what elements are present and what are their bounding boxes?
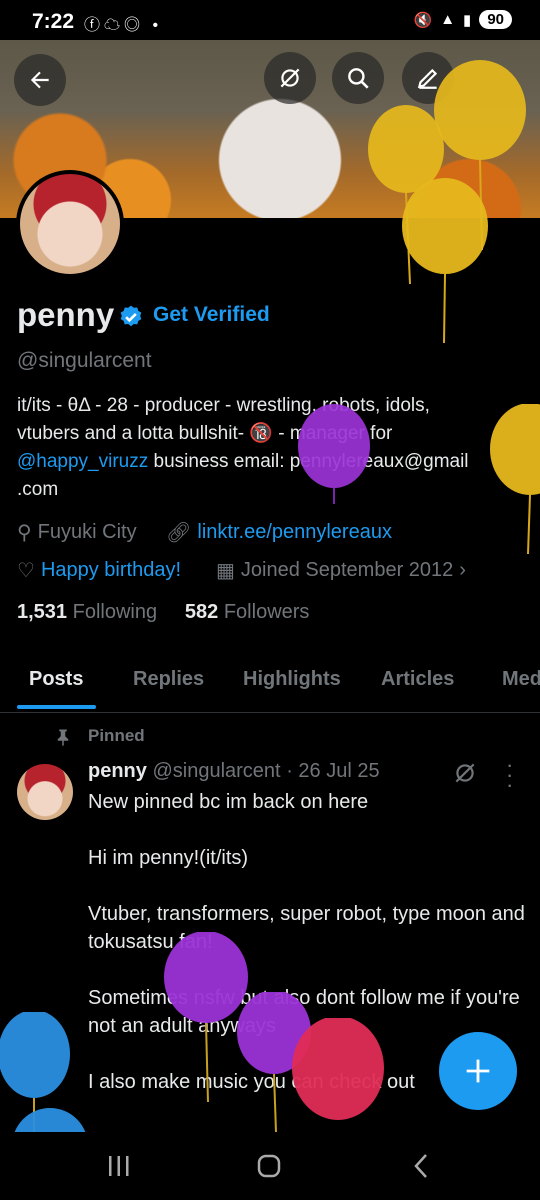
grok-icon[interactable] [452,760,478,786]
bio-line: vtubers and a lotta bullshit- 🔞 - manage… [17,423,393,444]
get-verified-link[interactable]: Get Verified [153,303,270,327]
location-text: Fuyuki City [37,521,137,543]
profile-birthday[interactable]: ♡ Happy birthday! [17,558,181,583]
grok-button[interactable] [264,52,316,104]
post-author[interactable]: penny [88,760,147,782]
profile-avatar[interactable] [16,170,124,278]
tab-highlights[interactable]: Highlights [243,668,341,691]
system-navigation-bar [0,1132,540,1200]
following-link[interactable]: 1,531 Following [17,601,157,623]
search-button[interactable] [332,52,384,104]
calendar-icon: ▦ [216,560,235,582]
tab-media[interactable]: Med [502,668,540,691]
home-icon[interactable] [256,1153,282,1179]
birthday-text[interactable]: Happy birthday! [41,559,181,582]
followers-link[interactable]: 582 Followers [185,601,310,623]
mute-icon: 🔇 [413,11,433,29]
bio-mention-link[interactable]: @happy_viruzz [17,451,148,472]
post-header: penny @singularcent · 26 Jul 25 [88,760,380,783]
bio-line: @happy_viruzz business email: pennylerea… [17,448,522,476]
profile-link[interactable]: 🔗︎ linktr.ee/pennylereaux [166,520,392,545]
post-line: Vtuber, transformers, super robot, type … [88,903,525,953]
follow-counts: 1,531 Following 582 Followers [17,601,309,624]
back-button[interactable] [14,54,66,106]
pinned-label: Pinned [88,726,145,745]
tab-posts[interactable]: Posts [29,668,83,691]
balloon-icon [402,178,488,343]
post-avatar[interactable] [17,764,73,820]
tab-articles[interactable]: Articles [381,668,454,691]
notification-icons: ⓕ☁◎ • [84,17,163,34]
active-tab-indicator [17,705,96,709]
more-options-icon[interactable]: · · · [506,754,513,796]
bio-line: .com [17,479,59,500]
signal-icon: ▮ [463,11,472,29]
verified-badge-icon[interactable] [118,304,144,330]
status-bar: 7:22 ⓕ☁◎ • 🔇 ▲ ▮ 90 [0,0,540,40]
balloon-icon [14,1108,86,1132]
compose-post-button[interactable] [439,1032,517,1110]
arrow-left-icon [30,71,49,89]
balloon-icon [292,1018,384,1120]
joined-text: Joined September 2012 [240,559,454,581]
balloon-icon: ♡ [17,560,35,582]
tab-replies[interactable]: Replies [133,668,204,691]
status-right: 🔇 ▲ ▮ 90 [413,10,512,29]
battery-indicator: 90 [479,10,512,29]
chevron-right-icon[interactable]: › [459,559,466,582]
post-date[interactable]: · 26 Jul 25 [286,760,379,782]
profile-link-text[interactable]: linktr.ee/pennylereaux [197,521,392,544]
balloon-icon [298,404,370,504]
link-icon: 🔗︎ [166,522,192,544]
search-icon [348,68,369,89]
pin-icon [57,729,69,746]
back-nav-icon[interactable] [408,1152,434,1180]
profile-handle: @singularcent [17,349,152,372]
recent-apps-icon[interactable] [106,1154,132,1178]
grok-icon [280,68,300,88]
balloon-icon [490,404,540,554]
profile-joined: ▦ Joined September 2012 › [216,558,466,583]
profile-bio: it/its - θΔ - 28 - producer - wrestling,… [17,392,522,504]
location-icon: ⚲ [17,522,32,544]
wifi-icon: ▲ [440,11,456,28]
profile-name: penny [17,296,115,333]
profile-location: ⚲ Fuyuki City [17,520,137,545]
bio-line: it/its - θΔ - 28 - producer - wrestling,… [17,395,430,416]
plus-icon [466,1059,490,1083]
post-line: New pinned bc im back on here [88,791,369,813]
post-author-handle[interactable]: @singularcent [152,760,280,782]
status-time: 7:22 [32,10,75,33]
post-line: Hi im penny!(it/its) [88,847,249,869]
